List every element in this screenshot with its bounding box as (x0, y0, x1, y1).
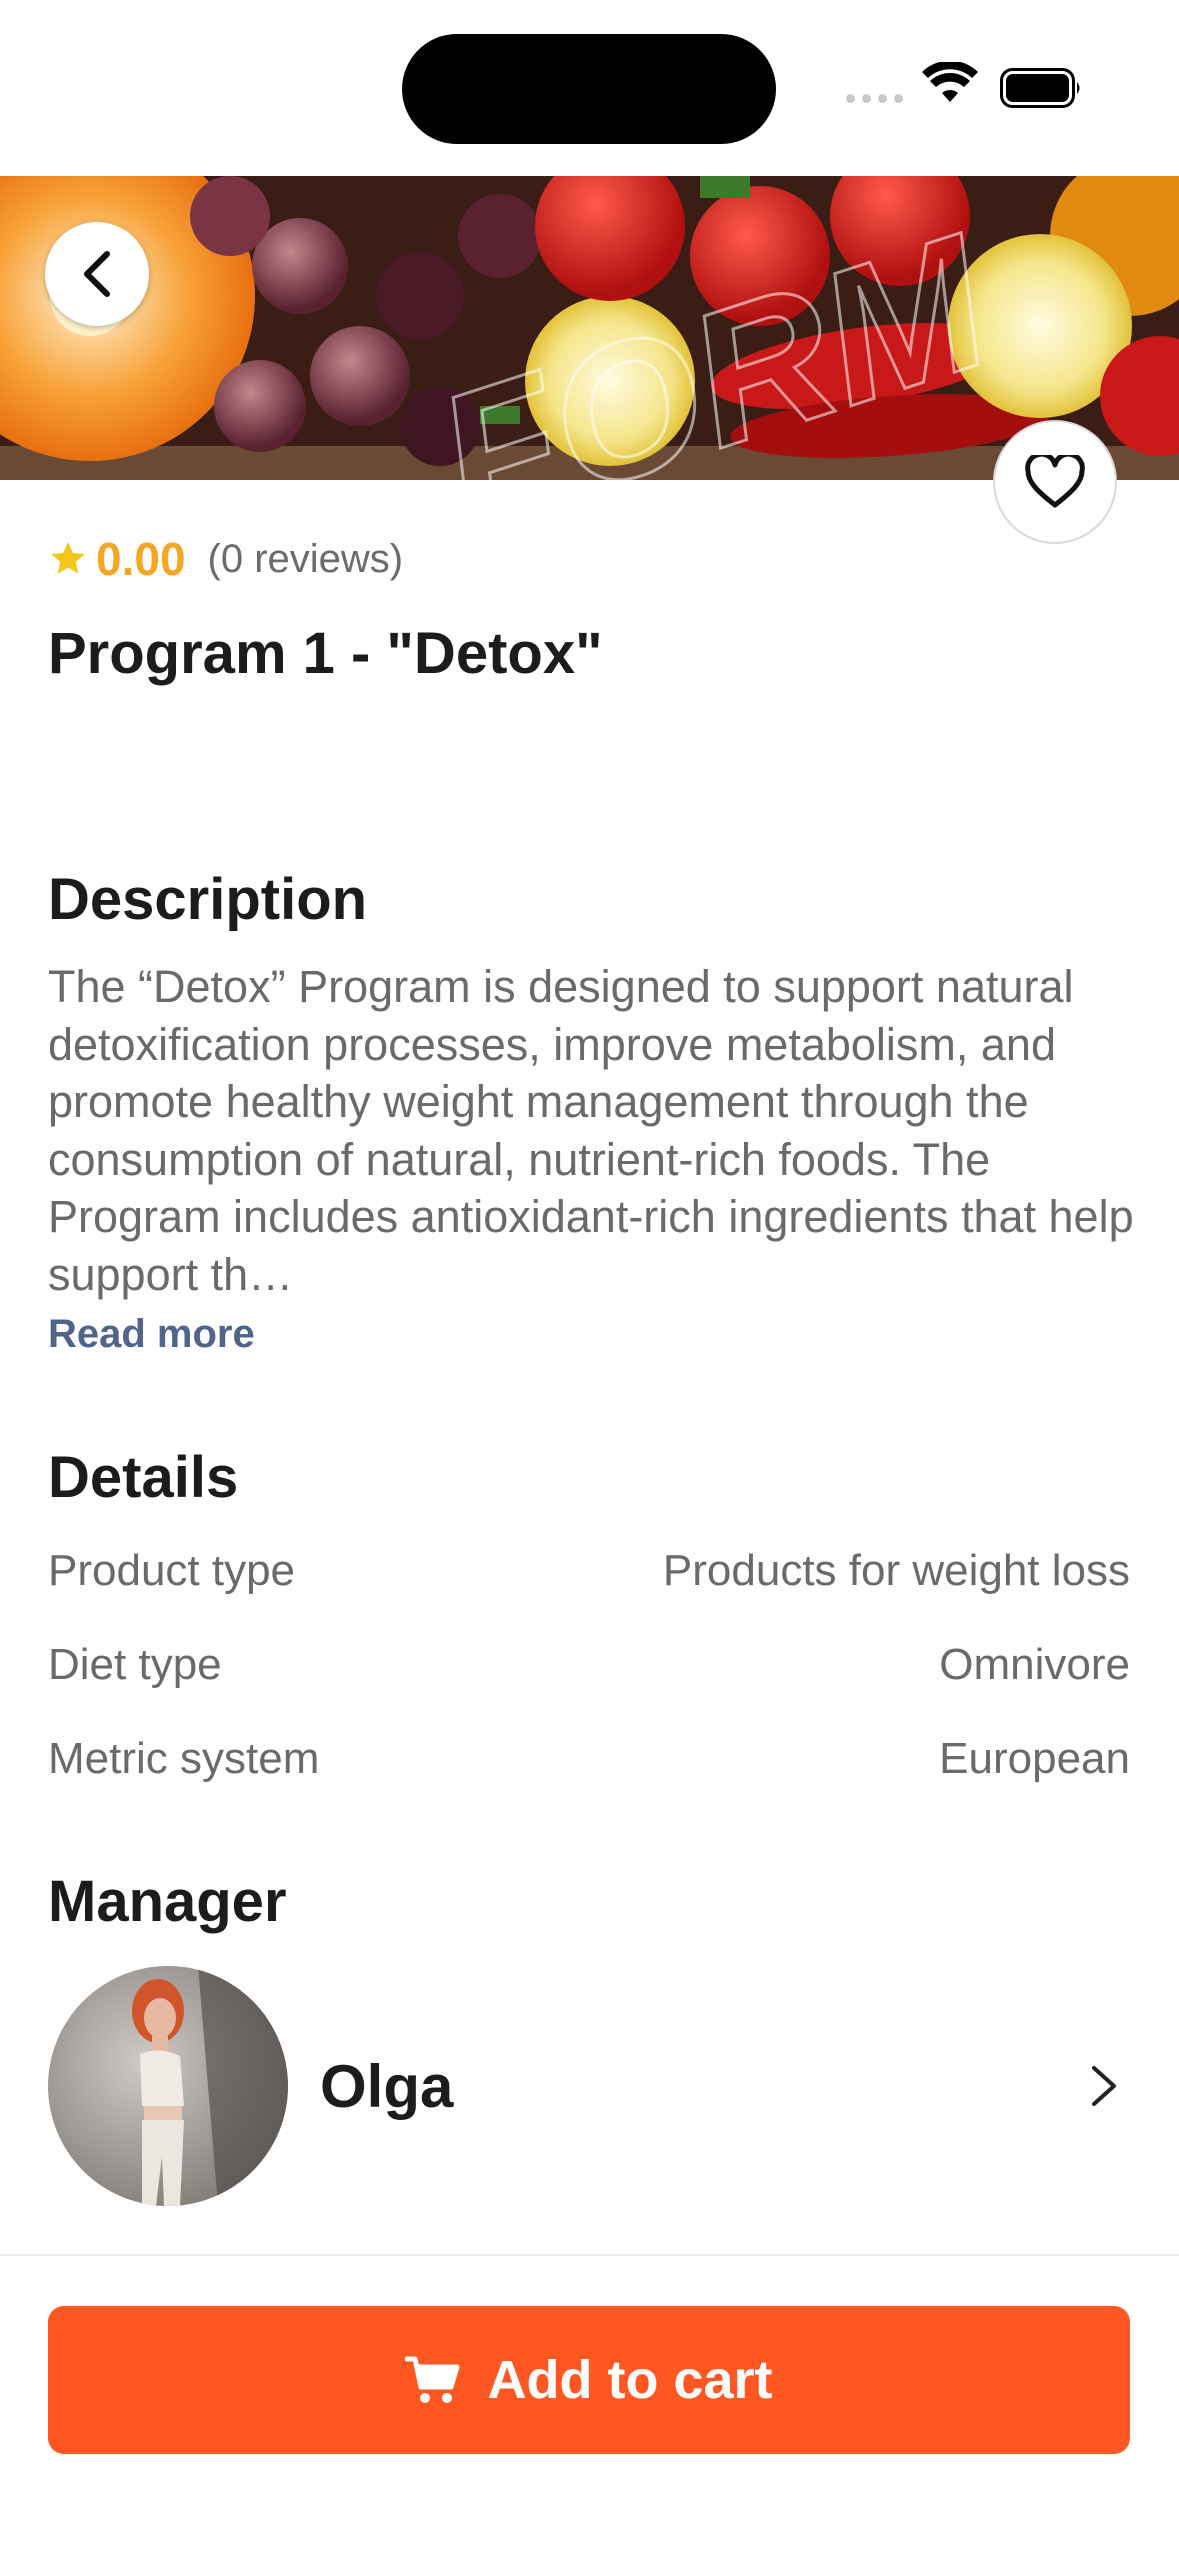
product-title: Program 1 - "Detox" (48, 621, 603, 686)
detail-label: Metric system (48, 1734, 320, 1783)
detail-row-diet-type: Diet type Omnivore (48, 1640, 1130, 1690)
avatar (48, 1966, 288, 2206)
manager-name: Olga (320, 2052, 454, 2120)
detail-value: European (939, 1734, 1130, 1783)
rating-value: 0.00 (96, 533, 186, 585)
detail-label: Product type (48, 1546, 296, 1595)
back-button[interactable] (45, 222, 149, 326)
read-more-link[interactable]: Read more (48, 1312, 255, 1357)
add-to-cart-label: Add to cart (487, 2350, 773, 2410)
favorite-button[interactable] (993, 420, 1117, 544)
review-count[interactable]: (0 reviews) (208, 537, 404, 582)
heart-icon (1025, 455, 1085, 508)
detail-row-product-type: Product type Products for weight loss (48, 1546, 1130, 1596)
battery-icon (1000, 68, 1080, 108)
chevron-right-icon (1092, 2066, 1116, 2106)
bottom-divider (0, 2254, 1179, 2256)
description-text: The “Detox” Program is designed to suppo… (48, 961, 1134, 1300)
detail-row-metric-system: Metric system European (48, 1734, 1130, 1784)
wifi-icon (922, 62, 978, 102)
chevron-left-icon (84, 251, 110, 297)
add-to-cart-button[interactable]: Add to cart (48, 2306, 1130, 2454)
cart-icon (405, 2356, 460, 2403)
rating: 0.00 (0 reviews) (48, 530, 403, 588)
description-heading: Description (48, 867, 368, 932)
dynamic-island (402, 34, 776, 144)
detail-value: Products for weight loss (662, 1546, 1130, 1595)
manager-heading: Manager (48, 1869, 287, 1934)
manager-row[interactable]: Olga (48, 1966, 1130, 2206)
status-bar (0, 0, 1179, 176)
detail-value: Omnivore (939, 1640, 1130, 1689)
star-icon (51, 542, 85, 574)
detail-label: Diet type (48, 1640, 222, 1689)
product-image: FORM (0, 176, 1179, 480)
cellular-signal-icon (846, 94, 903, 103)
details-heading: Details (48, 1445, 239, 1510)
